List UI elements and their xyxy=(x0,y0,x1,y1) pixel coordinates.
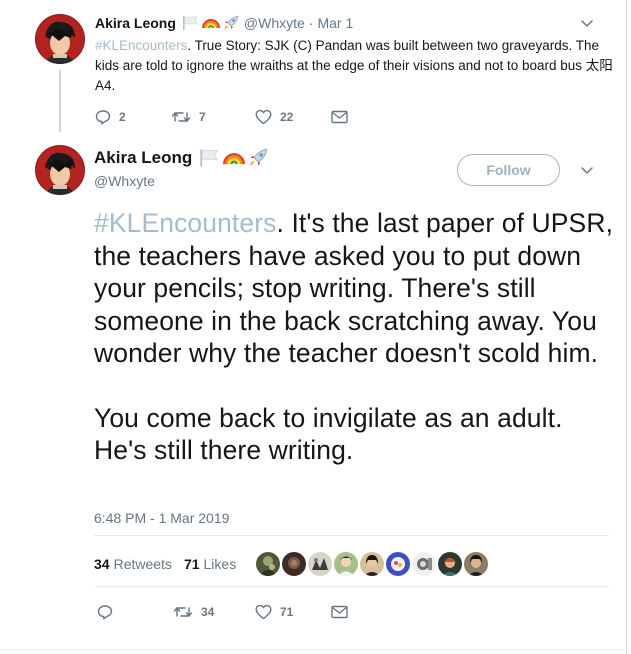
name-emojis xyxy=(199,148,269,168)
likes-count: 71 xyxy=(183,556,200,572)
liker-avatar-2[interactable] xyxy=(282,552,306,576)
envelope-icon xyxy=(331,110,348,124)
liker-avatar-1[interactable] xyxy=(256,552,280,576)
handle[interactable]: @Whxyte xyxy=(94,173,155,189)
retweets-count: 34 xyxy=(94,556,110,572)
hashtag-link[interactable]: #KLEncounters xyxy=(94,208,277,238)
tweet-author: Akira Leong xyxy=(94,148,269,168)
divider xyxy=(94,535,609,536)
rocket-icon xyxy=(249,149,268,167)
retweet-button[interactable]: 7 xyxy=(171,109,215,125)
liker-avatar-3[interactable] xyxy=(308,552,332,576)
liker-avatar-9[interactable] xyxy=(464,552,488,576)
reply-button[interactable] xyxy=(97,604,137,620)
retweet-count: 7 xyxy=(199,110,206,124)
liker-avatar-8[interactable] xyxy=(438,552,462,576)
bottom-border xyxy=(0,649,627,650)
retweets-stat[interactable]: 34 Retweets xyxy=(94,556,172,572)
separator-dot: · xyxy=(308,15,314,31)
retweet-button[interactable]: 34 xyxy=(173,604,223,620)
reply-count: 2 xyxy=(119,110,126,124)
hashtag-link[interactable]: #KLEncounters xyxy=(95,38,187,53)
display-name[interactable]: Akira Leong xyxy=(94,148,192,168)
display-name[interactable]: Akira Leong xyxy=(95,15,176,31)
liker-avatar-6[interactable] xyxy=(386,552,410,576)
reply-button[interactable]: 2 xyxy=(95,109,135,125)
tweet-text: #KLEncounters. It's the last paper of UP… xyxy=(94,207,619,467)
follow-button[interactable]: Follow xyxy=(457,154,560,186)
rainbow-icon xyxy=(201,19,220,29)
retweet-icon xyxy=(173,607,193,617)
tweet-header: Akira Leong @Whxyte · Mar 1 xyxy=(95,12,353,34)
tweet-paragraph: #KLEncounters. It's the last paper of UP… xyxy=(94,207,619,370)
reply-icon xyxy=(95,110,111,125)
direct-message-button[interactable] xyxy=(331,110,348,124)
liker-avatar-7[interactable] xyxy=(412,552,436,576)
envelope-icon xyxy=(331,605,348,619)
retweets-label: Retweets xyxy=(113,556,172,572)
avatar[interactable] xyxy=(35,145,85,195)
tweet-stats: 34 Retweets 71 Likes xyxy=(94,556,236,572)
divider xyxy=(94,586,609,587)
right-border xyxy=(626,0,627,654)
likes-stat[interactable]: 71 Likes xyxy=(184,556,236,572)
name-emojis xyxy=(182,15,240,31)
reply-icon xyxy=(97,605,113,620)
retweet-icon xyxy=(171,112,191,122)
thread-connector-line xyxy=(59,70,61,132)
like-count: 71 xyxy=(280,605,294,619)
heart-icon xyxy=(255,109,272,125)
likes-label: Likes xyxy=(203,556,237,572)
tweet-paragraph: You come back to invigilate as an adult.… xyxy=(94,402,563,466)
rainbow-icon xyxy=(223,153,246,165)
white-flag-icon xyxy=(182,16,198,30)
liker-avatar-5[interactable] xyxy=(360,552,384,576)
tweet-date[interactable]: Mar 1 xyxy=(317,15,353,31)
like-button[interactable]: 22 xyxy=(255,109,299,125)
liker-avatar-4[interactable] xyxy=(334,552,358,576)
direct-message-button[interactable] xyxy=(331,605,348,619)
liker-avatars xyxy=(256,552,490,576)
chevron-down-icon[interactable] xyxy=(580,18,594,30)
rocket-icon xyxy=(223,15,239,30)
tweet-actions: 34 71 xyxy=(97,602,348,622)
handle[interactable]: @Whxyte xyxy=(244,15,305,31)
like-button[interactable]: 71 xyxy=(255,604,305,620)
tweet-text: #KLEncounters. True Story: SJK (C) Panda… xyxy=(95,36,615,96)
tweet-actions: 2 7 22 xyxy=(95,107,348,127)
avatar[interactable] xyxy=(35,14,85,64)
tweet-timestamp[interactable]: 6:48 PM - 1 Mar 2019 xyxy=(94,510,229,526)
white-flag-icon xyxy=(200,149,219,167)
chevron-down-icon[interactable] xyxy=(580,165,594,177)
retweet-count: 34 xyxy=(201,605,215,619)
heart-icon xyxy=(255,604,272,620)
like-count: 22 xyxy=(280,110,294,124)
